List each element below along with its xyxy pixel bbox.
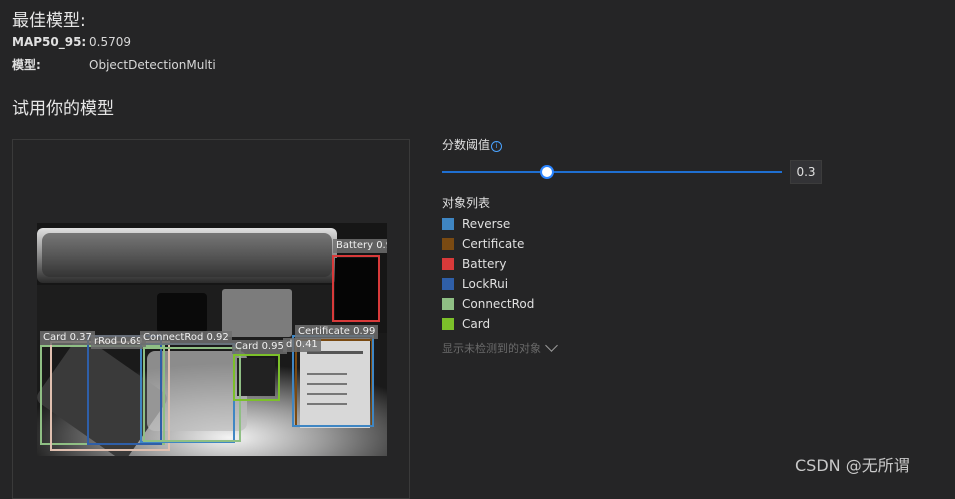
model-key: 模型: bbox=[12, 58, 41, 72]
battery-box bbox=[332, 255, 380, 322]
metric-key: MAP50_95: bbox=[12, 35, 87, 49]
legend-item-battery[interactable]: Battery bbox=[442, 254, 534, 274]
legend-label: Reverse bbox=[462, 217, 511, 231]
threshold-label: 分数阈值 i bbox=[442, 136, 503, 153]
threshold-label-text: 分数阈值 bbox=[442, 138, 491, 152]
legend-item-connectrod[interactable]: ConnectRod bbox=[442, 294, 534, 314]
threshold-slider-track[interactable] bbox=[442, 171, 782, 173]
card-right-box bbox=[233, 354, 280, 401]
legend-swatch bbox=[442, 318, 454, 330]
show-undetected-label: 显示未检测到的对象 bbox=[442, 342, 541, 355]
info-icon[interactable]: i bbox=[491, 141, 503, 152]
model-value: ObjectDetectionMulti bbox=[89, 58, 216, 72]
legend-label: Certificate bbox=[462, 237, 525, 251]
small-label: d 0.41 bbox=[283, 338, 321, 352]
connectrod-box bbox=[143, 347, 241, 442]
rod-left-label: rRod 0.69 bbox=[91, 335, 146, 349]
best-model-title: 最佳模型: bbox=[12, 11, 86, 31]
legend-swatch bbox=[442, 238, 454, 250]
watermark: CSDN @无所谓 bbox=[795, 456, 910, 475]
legend-swatch bbox=[442, 258, 454, 270]
certificate-label: Certificate 0.99 bbox=[295, 325, 379, 339]
show-undetected-toggle[interactable]: 显示未检测到的对象 bbox=[442, 339, 558, 356]
legend-item-card[interactable]: Card bbox=[442, 314, 534, 334]
legend-item-lockrui[interactable]: LockRui bbox=[442, 274, 534, 294]
detection-image: Battery 0.96 Certificate 0.99 Card 0.37 … bbox=[37, 223, 387, 456]
threshold-slider-thumb[interactable] bbox=[540, 165, 554, 179]
card-right-label: Card 0.95 bbox=[232, 340, 287, 354]
legend-item-reverse[interactable]: Reverse bbox=[442, 214, 534, 234]
legend-swatch bbox=[442, 218, 454, 230]
try-model-title: 试用你的模型 bbox=[12, 99, 114, 119]
model-row: 模型: ObjectDetectionMulti bbox=[12, 56, 216, 73]
legend-swatch bbox=[442, 298, 454, 310]
object-legend: Reverse Certificate Battery LockRui Conn… bbox=[442, 214, 534, 334]
legend-label: Battery bbox=[462, 257, 507, 271]
battery-label: Battery 0.96 bbox=[333, 239, 387, 253]
legend-item-certificate[interactable]: Certificate bbox=[442, 234, 534, 254]
card-left-label: Card 0.37 bbox=[40, 331, 95, 345]
legend-swatch bbox=[442, 278, 454, 290]
metric-row: MAP50_95: 0.5709 bbox=[12, 35, 131, 49]
object-list-title: 对象列表 bbox=[442, 196, 491, 210]
connectrod-label: ConnectRod 0.92 bbox=[140, 331, 232, 345]
threshold-value-input[interactable]: 0.3 bbox=[790, 160, 822, 184]
chevron-down-icon bbox=[545, 339, 558, 352]
metric-value: 0.5709 bbox=[89, 35, 131, 49]
legend-label: LockRui bbox=[462, 277, 509, 291]
legend-label: ConnectRod bbox=[462, 297, 535, 311]
legend-label: Card bbox=[462, 317, 491, 331]
